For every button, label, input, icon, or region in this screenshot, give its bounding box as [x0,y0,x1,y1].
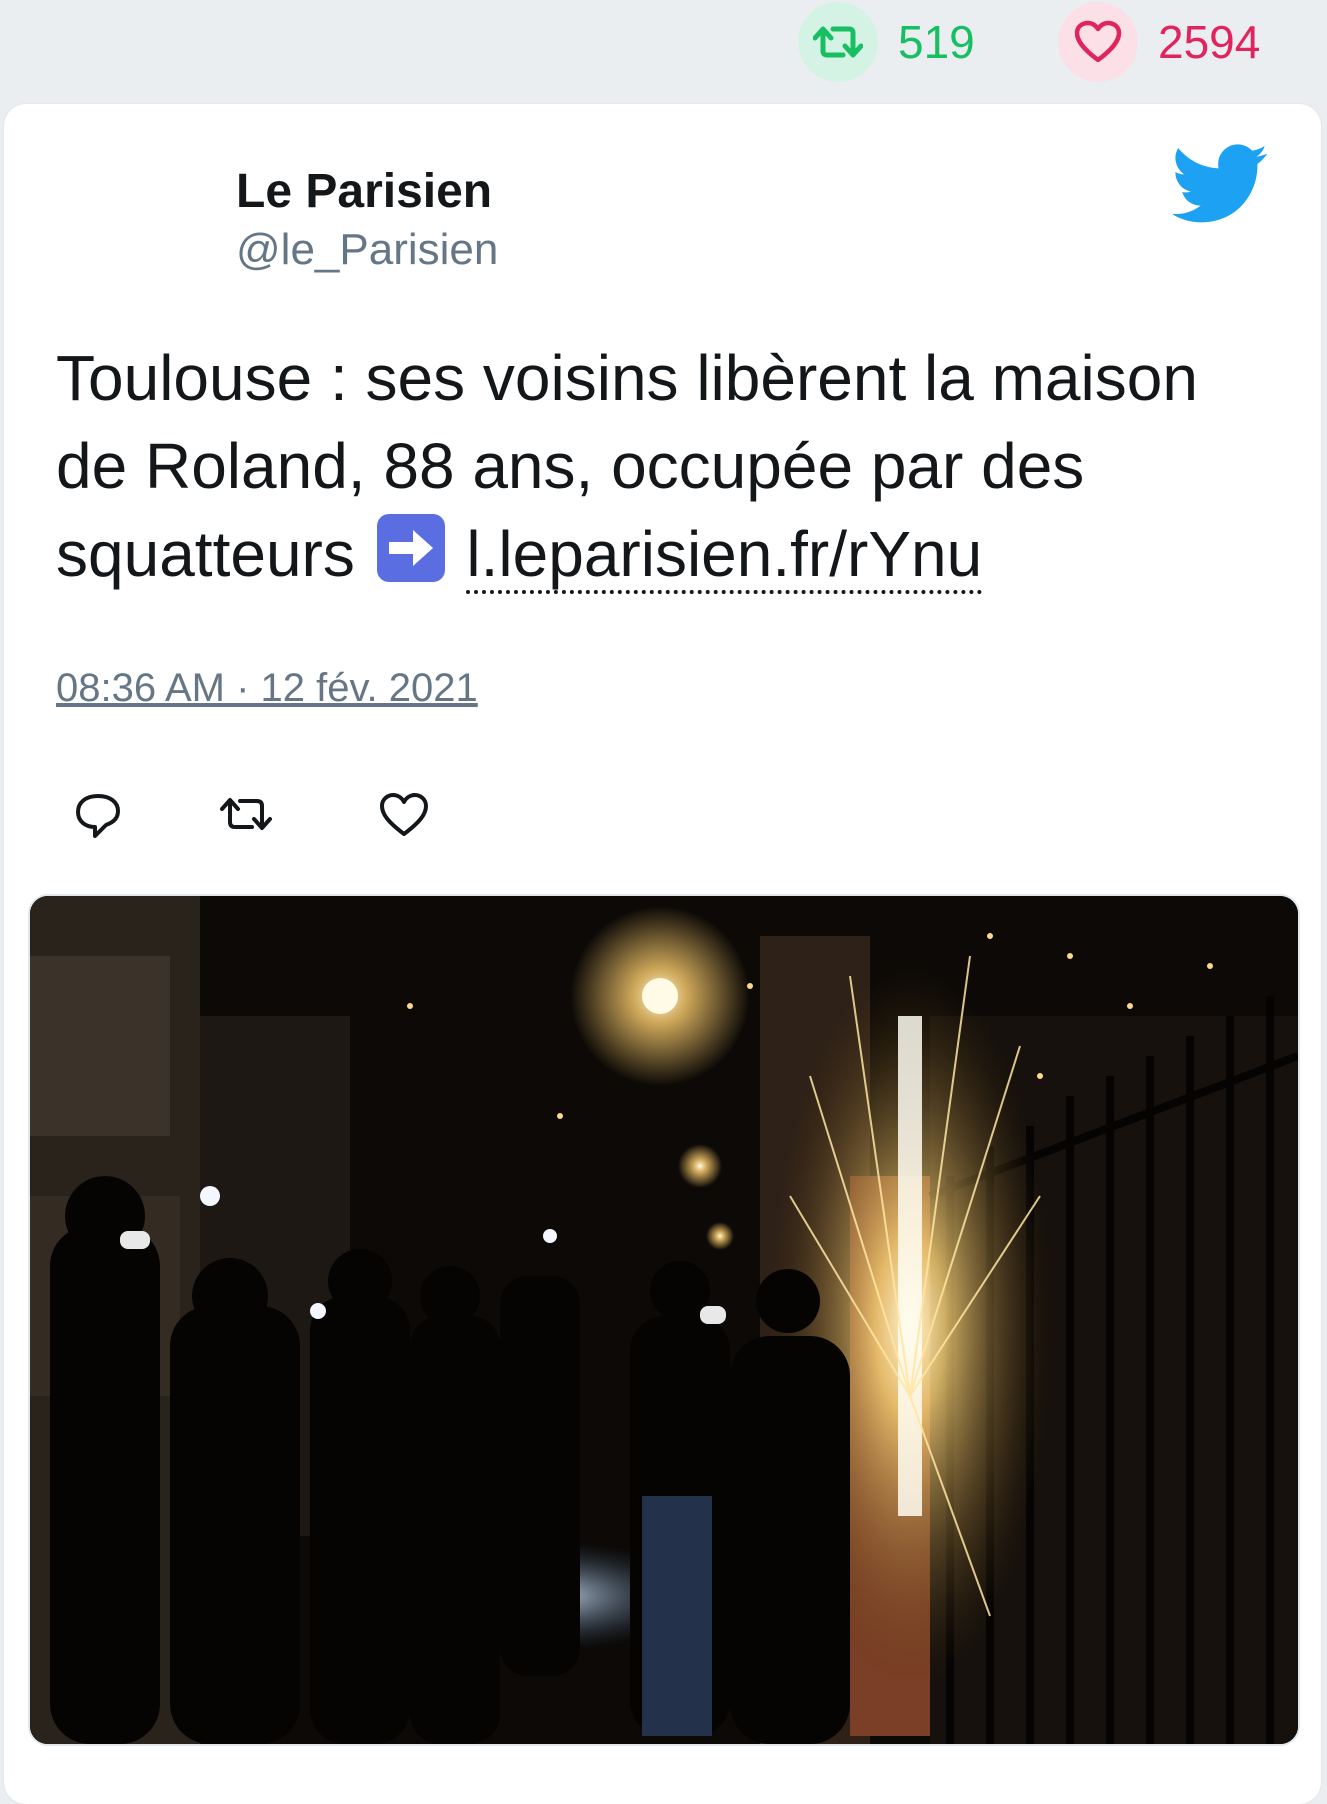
tweet-stats-bar: 519 2594 [0,0,1327,100]
author-name[interactable]: Le Parisien [236,162,498,222]
reply-icon[interactable] [68,784,128,844]
author-handle[interactable]: @le_Parisien [236,222,498,278]
night-street-sparks-photo [30,896,1298,1744]
tweet-text: Toulouse : ses voisins libèrent la maiso… [56,334,1276,598]
right-arrow-emoji-icon [376,514,445,582]
tweet-photo[interactable] [28,894,1300,1746]
like-count: 2594 [1158,16,1261,68]
retweet-icon [798,2,878,82]
twitter-bird-icon[interactable] [1173,144,1269,224]
tweet-link[interactable]: l.leparisien.fr/rYnu [466,518,983,594]
heart-icon [1058,2,1138,82]
heart-icon[interactable] [374,784,434,844]
tweet-author: Le Parisien @le_Parisien [236,162,498,278]
retweet-icon[interactable] [216,784,276,844]
retweet-count: 519 [898,16,975,68]
retweet-count-stat: 519 [798,2,975,82]
tweet-card: Le Parisien @le_Parisien Toulouse : ses … [4,104,1321,1804]
like-count-stat: 2594 [1058,2,1260,82]
tweet-timestamp[interactable]: 08:36 AM · 12 fév. 2021 [56,666,478,711]
